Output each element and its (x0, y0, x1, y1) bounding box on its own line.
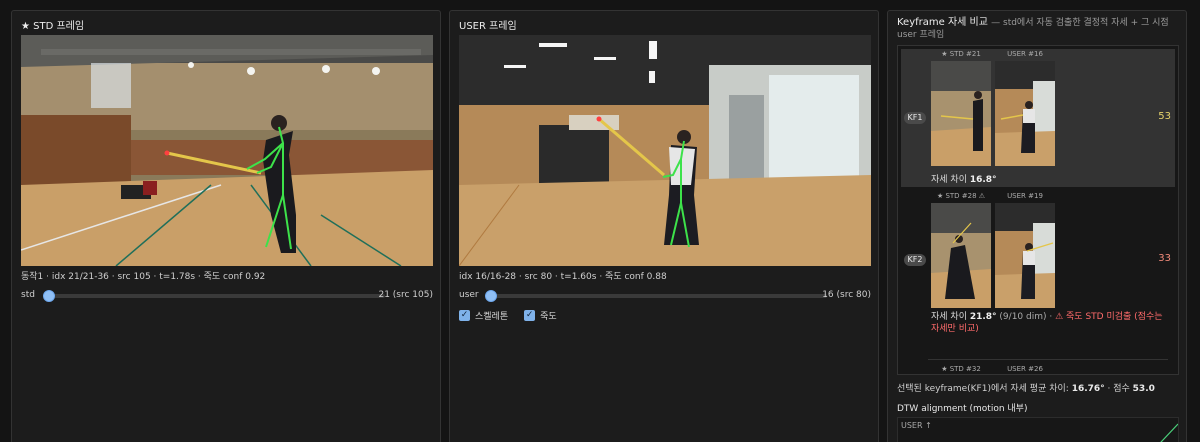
kf-score: 33 (1158, 253, 1171, 264)
kf-user-image (995, 61, 1055, 166)
kf-user-scene (995, 203, 1055, 308)
std-slider[interactable]: std 21 (src 105) (21, 289, 433, 303)
dtw-path (1160, 423, 1178, 442)
keyframe-title: Keyframe 자세 비교 (897, 17, 988, 28)
std-slider-value: 21 (src 105) (378, 290, 433, 300)
checkbox-check-icon[interactable]: ✓ (524, 310, 536, 321)
keyframe-panel-title: Keyframe 자세 비교 — std에서 자동 검출한 결정적 자세 + 그… (897, 17, 1181, 41)
sword-checkbox-label: 죽도 (540, 312, 557, 322)
kf-user-scene (995, 61, 1055, 166)
kf-badge: KF1 (904, 112, 926, 124)
kf-diff: 자세 차이 16.8° (931, 172, 997, 185)
user-slider[interactable]: user 16 (src 80) (459, 289, 871, 303)
kf-diff-prefix: 자세 차이 (931, 312, 970, 322)
kf-std-caption: ★ STD #28 ⚠ (936, 192, 986, 200)
std-panel-title: ★ STD 프레임 (21, 21, 85, 32)
keyframe-list[interactable]: KF1 ★ STD #21 USER #16 53 자세 차이 16.8° KF… (897, 45, 1179, 375)
skeleton-checkbox[interactable]: ✓ 스켈레톤 (459, 309, 508, 322)
kf-badge: KF2 (904, 254, 926, 266)
kf-std-image (931, 61, 991, 166)
user-frame-image (459, 35, 871, 266)
keyframe-item-kf1[interactable]: KF1 ★ STD #21 USER #16 53 자세 차이 16.8° (901, 49, 1175, 187)
kf-user-caption: USER #19 (1007, 192, 1043, 200)
kf-diff: 자세 차이 21.8° (9/10 dim) · ⚠ 죽도 STD 미검출 (점… (931, 311, 1169, 335)
checkbox-check-icon[interactable]: ✓ (459, 310, 470, 321)
std-frame-image (21, 35, 433, 266)
std-slider-thumb[interactable] (43, 290, 55, 302)
std-gym-scene (21, 35, 433, 266)
kf-diff-value: 21.8° (969, 312, 997, 322)
summary-diff: 16.76° (1071, 384, 1105, 394)
keyframe-summary: 선택된 keyframe(KF1)에서 자세 평균 차이: 16.76° · 점… (897, 381, 1155, 394)
kf-std-scene (931, 61, 991, 166)
std-slider-label: std (21, 290, 35, 300)
kf-std-scene (931, 203, 991, 308)
kf-score: 53 (1158, 111, 1171, 122)
kf-std-caption: ★ STD #32 (941, 365, 981, 373)
user-frame-info: idx 16/16-28 · src 80 · t=1.60s · 죽도 con… (459, 272, 667, 282)
user-gym-scene (459, 35, 871, 266)
keyframe-panel: Keyframe 자세 비교 — std에서 자동 검출한 결정적 자세 + 그… (887, 10, 1187, 442)
user-slider-label: user (459, 290, 479, 300)
user-slider-value: 16 (src 80) (822, 290, 871, 300)
kf-diff-value: 16.8° (969, 175, 997, 185)
kf-std-image (931, 203, 991, 308)
kf-user-image (995, 203, 1055, 308)
dtw-title: DTW alignment (motion 내부) (897, 404, 1028, 414)
skeleton-checkbox-label: 스켈레톤 (475, 312, 509, 322)
std-frame-info: 동작1 · idx 21/21-36 · src 105 · t=1.78s ·… (21, 272, 266, 282)
overlay-toggles: ✓ 스켈레톤 ✓ 죽도 (459, 309, 557, 322)
dtw-axis-label: USER ↑ (901, 421, 932, 430)
user-frame-panel: USER 프레임 idx 16/16-28 · src 80 · t=1.60s… (449, 10, 879, 442)
summary-mid: · 점수 (1104, 384, 1133, 394)
user-panel-title: USER 프레임 (459, 21, 517, 32)
user-slider-thumb[interactable] (485, 290, 497, 302)
kf-std-caption: ★ STD #21 (941, 50, 981, 58)
std-slider-track[interactable] (43, 294, 385, 298)
sword-checkbox[interactable]: ✓ 죽도 (524, 309, 557, 322)
summary-score: 53.0 (1132, 384, 1155, 394)
kf-diff-extra: (9/10 dim) · (996, 312, 1056, 322)
kf-diff-prefix: 자세 차이 (931, 175, 970, 185)
user-slider-track[interactable] (485, 294, 827, 298)
std-frame-panel: ★ STD 프레임 동작1 · idx 21/21-36 · src 105 ·… (11, 10, 441, 442)
keyframe-item-kf2[interactable]: KF2 ★ STD #28 ⚠ USER #19 33 자세 차이 21.8° … (901, 191, 1175, 349)
kf-divider (928, 359, 1168, 360)
dtw-chart: USER ↑ (897, 417, 1179, 442)
keyframe-item-kf3[interactable]: ★ STD #32 USER #26 (901, 364, 1175, 374)
summary-prefix: 선택된 keyframe(KF1)에서 자세 평균 차이: (897, 384, 1072, 394)
kf-user-caption: USER #26 (1007, 365, 1043, 373)
kf-user-caption: USER #16 (1007, 50, 1043, 58)
